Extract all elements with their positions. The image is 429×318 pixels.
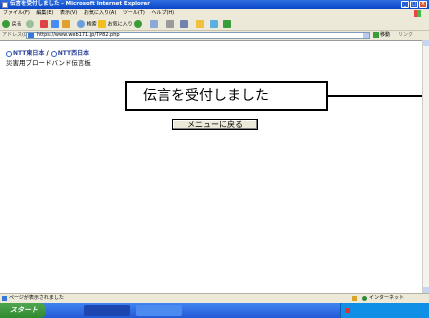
forward-button[interactable] [26, 20, 34, 29]
edit-icon [180, 20, 188, 28]
back-label: 戻る [11, 21, 22, 28]
stop-icon [40, 20, 48, 28]
mail-button[interactable] [150, 20, 158, 29]
star-icon [98, 20, 106, 28]
menu-favorites[interactable]: お気に入り(A) [84, 10, 116, 16]
history-icon [134, 20, 142, 28]
close-button[interactable]: × [419, 1, 427, 8]
mail-icon [150, 20, 158, 28]
search-label: 検索 [86, 21, 97, 28]
folder-icon [196, 20, 204, 28]
home-icon [62, 20, 70, 28]
menu-edit[interactable]: 編集(E) [36, 10, 53, 16]
status-text: ページが表示されました [9, 295, 64, 301]
minimize-button[interactable]: _ [401, 1, 409, 8]
logo-west-label: NTT西日本 [57, 50, 90, 57]
go-label: 移動 [380, 32, 391, 38]
forward-arrow-icon [26, 20, 34, 28]
status-bar: ページが表示されました インターネット [0, 293, 429, 303]
lock-icon [352, 296, 357, 301]
print-button[interactable] [166, 20, 174, 29]
print-icon [166, 20, 174, 28]
maximize-button[interactable]: □ [410, 1, 418, 8]
taskbar: スタート [0, 303, 429, 318]
callout-line [328, 95, 429, 97]
address-dropdown-icon[interactable] [363, 33, 369, 38]
scroll-up-icon[interactable] [423, 40, 429, 46]
favorites-button[interactable]: お気に入り [98, 20, 133, 29]
stop-button[interactable] [40, 20, 48, 29]
menu-file[interactable]: ファイル(F) [3, 10, 30, 16]
confirmation-message: 伝言を受付しました [143, 88, 269, 104]
go-button[interactable]: 移動 [373, 32, 395, 39]
internet-zone-icon [362, 296, 367, 301]
favorites-label: お気に入り [107, 21, 133, 28]
vertical-scrollbar[interactable] [422, 40, 429, 293]
links-button[interactable]: リンク [398, 31, 413, 40]
menu-view[interactable]: 表示(V) [60, 10, 77, 16]
search-button[interactable]: 検索 [77, 20, 97, 29]
address-bar: アドレス(D) https://www.web171.jp/TP82.php 移… [0, 31, 429, 40]
board-title: 災害用ブロードバンド伝言板 [6, 59, 91, 67]
page-icon [28, 33, 34, 38]
refresh-button[interactable] [51, 20, 59, 29]
window-title: 伝言を受付しました - Microsoft Internet Explorer [10, 1, 150, 7]
zone-label: インターネット [369, 295, 405, 301]
search-icon [77, 20, 85, 28]
ie-icon [2, 1, 8, 8]
address-url: https://www.web171.jp/TP82.php [37, 32, 120, 38]
history-button[interactable] [134, 20, 142, 29]
start-button[interactable]: スタート [0, 303, 46, 318]
ntt-east-logo-icon [6, 50, 12, 57]
ntt-logo: NTT東日本 / NTT西日本 [6, 48, 89, 57]
windows-logo-icon [414, 10, 421, 17]
home-button[interactable] [62, 20, 70, 29]
ntt-west-logo-icon [50, 50, 57, 57]
taskbar-item-ie[interactable] [84, 305, 130, 316]
toolbar: 戻る 検索 お気に入り [0, 18, 429, 31]
research-button[interactable] [223, 20, 231, 29]
logo-east-label: NTT東日本 [13, 50, 45, 57]
menu-tools[interactable]: ツール(T) [123, 10, 145, 16]
address-input[interactable]: https://www.web171.jp/TP82.php [26, 32, 370, 39]
system-tray [340, 303, 429, 318]
back-arrow-icon [2, 20, 10, 28]
page-done-icon [2, 296, 7, 301]
tray-icon[interactable] [345, 308, 350, 313]
page-content: NTT東日本 / NTT西日本 災害用ブロードバンド伝言板 伝言を受付しました … [0, 40, 429, 293]
back-to-menu-button[interactable]: メニューに戻る [172, 119, 258, 130]
refresh-icon [51, 20, 59, 28]
menu-help[interactable]: ヘルプ(H) [151, 10, 174, 16]
messenger-icon [210, 20, 218, 28]
taskbar-item-2[interactable] [136, 305, 182, 316]
edit-button[interactable] [180, 20, 188, 29]
menubar: ファイル(F) 編集(E) 表示(V) お気に入り(A) ツール(T) ヘルプ(… [0, 9, 429, 18]
window-titlebar: 伝言を受付しました - Microsoft Internet Explorer … [0, 0, 429, 9]
go-arrow-icon [373, 32, 379, 38]
messenger-button[interactable] [210, 20, 218, 29]
folder-button[interactable] [196, 20, 204, 29]
message-box: 伝言を受付しました [125, 81, 328, 111]
back-button[interactable]: 戻る [2, 20, 22, 29]
research-icon [223, 20, 231, 28]
